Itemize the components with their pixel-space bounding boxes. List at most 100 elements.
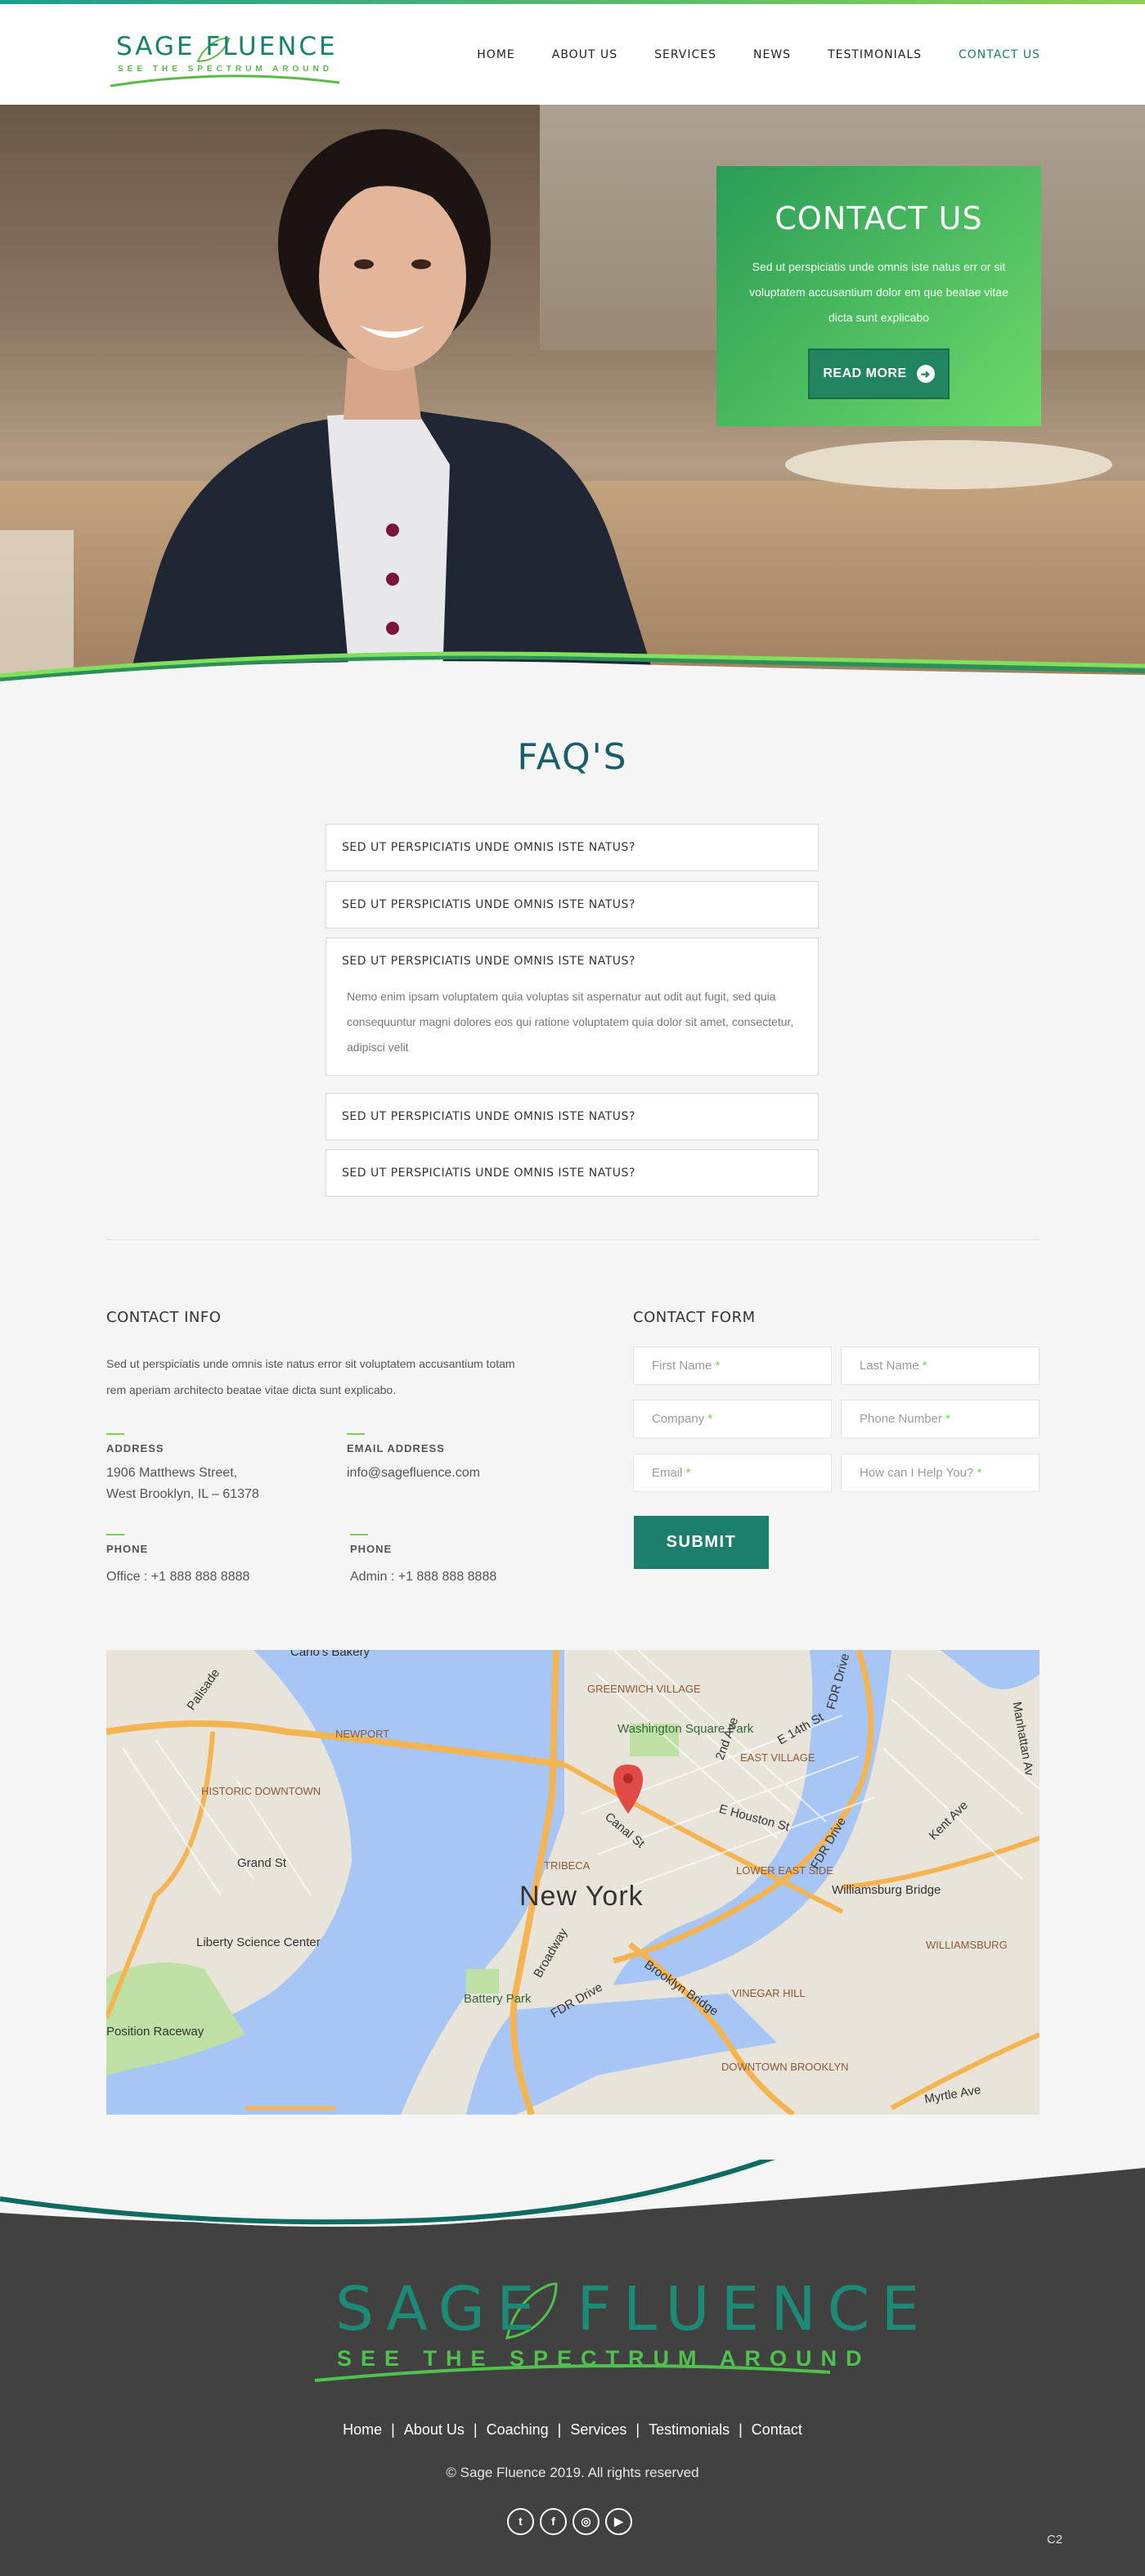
footer-logo-wordmark: SAGE FLUENCE xyxy=(335,2274,932,2344)
map-label-newport: NEWPORT xyxy=(335,1728,390,1740)
footer-separator: | xyxy=(557,2421,562,2438)
map-label-tribeca: TRIBECA xyxy=(544,1859,590,1872)
footer-separator: | xyxy=(739,2421,743,2438)
instagram-icon[interactable]: ◎ xyxy=(572,2508,599,2535)
first-name-field[interactable]: First Name * xyxy=(633,1346,832,1385)
footer-logo[interactable]: SAGE FLUENCE SEE THE SPECTRUM AROUND xyxy=(311,2274,919,2389)
company-field[interactable]: Company * xyxy=(633,1400,832,1438)
phone-label: PHONE xyxy=(350,1543,393,1555)
map-label-williamsburg: WILLIAMSBURG xyxy=(926,1939,1008,1951)
site-header: SAGE FLUENCE SEE THE SPECTRUM AROUND HOM… xyxy=(0,4,1145,105)
faq-answer: Nemo enim ipsam voluptatem quia voluptas… xyxy=(347,990,794,1054)
map-label-greenwich: GREENWICH VILLAGE xyxy=(587,1683,701,1695)
facebook-icon[interactable]: f xyxy=(540,2508,567,2535)
footer-logo-tagline: SEE THE SPECTRUM AROUND xyxy=(337,2346,871,2371)
accent-bar xyxy=(350,1534,368,1535)
nav-news[interactable]: NEWS xyxy=(753,48,791,61)
contact-us-card: CONTACT US Sed ut perspiciatis unde omni… xyxy=(716,166,1041,426)
map-label-vinegar: VINEGAR HILL xyxy=(732,1987,806,1999)
nav-services[interactable]: SERVICES xyxy=(654,48,716,61)
address-label: ADDRESS xyxy=(106,1442,164,1454)
field-placeholder: How can I Help You? xyxy=(860,1466,974,1480)
faq-question[interactable]: SED UT PERSPICIATIS UNDE OMNIS ISTE NATU… xyxy=(326,938,818,984)
required-mark: * xyxy=(715,1359,721,1373)
read-more-label: READ MORE xyxy=(823,366,907,380)
faq-title: FAQ'S xyxy=(517,736,628,778)
phone-number-field[interactable]: Phone Number * xyxy=(841,1400,1039,1438)
site-footer: SAGE FLUENCE SEE THE SPECTRUM AROUND Hom… xyxy=(0,2160,1145,2576)
arrow-right-circle-icon: ➜ xyxy=(916,365,935,383)
site-logo[interactable]: SAGE FLUENCE SEE THE SPECTRUM AROUND xyxy=(106,29,344,90)
hero-title: CONTACT US xyxy=(775,200,983,236)
faq-item-expanded[interactable]: SED UT PERSPICIATIS UNDE OMNIS ISTE NATU… xyxy=(326,937,819,1076)
footer-link-contact[interactable]: Contact xyxy=(752,2421,802,2438)
faq-question[interactable]: SED UT PERSPICIATIS UNDE OMNIS ISTE NATU… xyxy=(326,882,818,928)
map-label-carlos: Carlo's Bakery xyxy=(290,1650,370,1659)
field-placeholder: First Name xyxy=(652,1359,712,1373)
last-name-field[interactable]: Last Name * xyxy=(841,1346,1039,1385)
contact-info-title: CONTACT INFO xyxy=(106,1309,222,1326)
faq-question[interactable]: SED UT PERSPICIATIS UNDE OMNIS ISTE NATU… xyxy=(326,1150,818,1196)
accent-bar xyxy=(347,1433,365,1435)
faq-question[interactable]: SED UT PERSPICIATIS UNDE OMNIS ISTE NATU… xyxy=(326,1094,818,1140)
footer-separator: | xyxy=(391,2421,395,2438)
submit-button[interactable]: SUBMIT xyxy=(634,1516,769,1569)
footer-link-services[interactable]: Services xyxy=(570,2421,626,2438)
accent-bar xyxy=(106,1433,124,1435)
phone-office[interactable]: Office : +1 888 888 8888 xyxy=(106,1567,319,1588)
map-label-historic: HISTORIC DOWNTOWN xyxy=(201,1785,321,1797)
footer-separator: | xyxy=(635,2421,640,2438)
footer-separator: | xyxy=(473,2421,478,2438)
hero-banner: CONTACT US Sed ut perspiciatis unde omni… xyxy=(0,105,1145,702)
read-more-button[interactable]: READ MORE ➜ xyxy=(808,348,950,399)
logo-tagline: SEE THE SPECTRUM AROUND xyxy=(118,65,333,74)
map-label-east-village: EAST VILLAGE xyxy=(740,1751,815,1764)
email-field[interactable]: Email * xyxy=(633,1454,832,1492)
hero-background-table xyxy=(785,440,1112,489)
map-label-downtown-brooklyn: DOWNTOWN BROOKLYN xyxy=(721,2061,849,2073)
footer-nav: Home | About Us | Coaching | Services | Testimon… xyxy=(0,2421,1145,2439)
map-label-city: New York xyxy=(519,1881,644,1912)
footer-link-coaching[interactable]: Coaching xyxy=(487,2421,549,2438)
footer-link-about[interactable]: About Us xyxy=(404,2421,465,2438)
nav-testimonials[interactable]: TESTIMONIALS xyxy=(828,48,922,61)
faq-question[interactable]: SED UT PERSPICIATIS UNDE OMNIS ISTE NATU… xyxy=(326,825,818,870)
map-label-williamsburg-bridge: Williamsburg Bridge xyxy=(832,1883,941,1897)
phone-office-block: PHONE Office : +1 888 888 8888 xyxy=(106,1534,319,1588)
email-block: EMAIL ADDRESS info@sagefluence.com xyxy=(347,1433,559,1484)
footer-link-home[interactable]: Home xyxy=(343,2421,382,2438)
contact-form-title: CONTACT FORM xyxy=(633,1309,756,1326)
faq-item[interactable]: SED UT PERSPICIATIS UNDE OMNIS ISTE NATU… xyxy=(326,1149,819,1197)
required-mark: * xyxy=(922,1359,927,1373)
nav-about-us[interactable]: ABOUT US xyxy=(552,48,617,61)
location-map[interactable]: New York Liberty Science Center Williams… xyxy=(106,1650,1039,2115)
faq-item[interactable]: SED UT PERSPICIATIS UNDE OMNIS ISTE NATU… xyxy=(326,881,819,928)
phone-label: PHONE xyxy=(106,1543,149,1555)
required-mark: * xyxy=(685,1466,691,1480)
nav-contact-us[interactable]: CONTACT US xyxy=(959,48,1040,61)
required-mark: * xyxy=(707,1412,713,1426)
map-label-position-raceway: Position Raceway xyxy=(106,2025,204,2039)
accent-bar xyxy=(106,1534,124,1535)
required-mark: * xyxy=(977,1466,982,1480)
businesswoman-photo xyxy=(123,129,662,702)
youtube-icon[interactable]: ▶ xyxy=(605,2508,632,2535)
nav-home[interactable]: HOME xyxy=(477,48,514,61)
email-link[interactable]: info@sagefluence.com xyxy=(347,1463,559,1484)
contact-info-text: Sed ut perspiciatis unde omnis iste natu… xyxy=(106,1357,515,1396)
footer-link-testimonials[interactable]: Testimonials xyxy=(649,2421,730,2438)
faq-item[interactable]: SED UT PERSPICIATIS UNDE OMNIS ISTE NATU… xyxy=(326,824,819,871)
map-label-grand: Grand St xyxy=(237,1856,287,1870)
message-field[interactable]: How can I Help You? * xyxy=(841,1454,1039,1492)
hero-text: Sed ut perspiciatis unde omnis iste natu… xyxy=(749,260,1008,324)
address-block: ADDRESS 1906 Matthews Street, West Brook… xyxy=(106,1433,319,1505)
field-placeholder: Last Name xyxy=(860,1359,919,1373)
phone-admin[interactable]: Admin : +1 888 888 8888 xyxy=(350,1567,563,1588)
required-mark: * xyxy=(945,1412,950,1426)
section-divider xyxy=(106,1239,1039,1240)
map-label-battery: Battery Park xyxy=(464,1992,532,2006)
address-line-2: West Brooklyn, IL – 61378 xyxy=(106,1487,259,1501)
faq-item[interactable]: SED UT PERSPICIATIS UNDE OMNIS ISTE NATU… xyxy=(326,1093,819,1140)
social-links: t f ◎ ▶ xyxy=(507,2508,632,2535)
twitter-icon[interactable]: t xyxy=(507,2508,534,2535)
